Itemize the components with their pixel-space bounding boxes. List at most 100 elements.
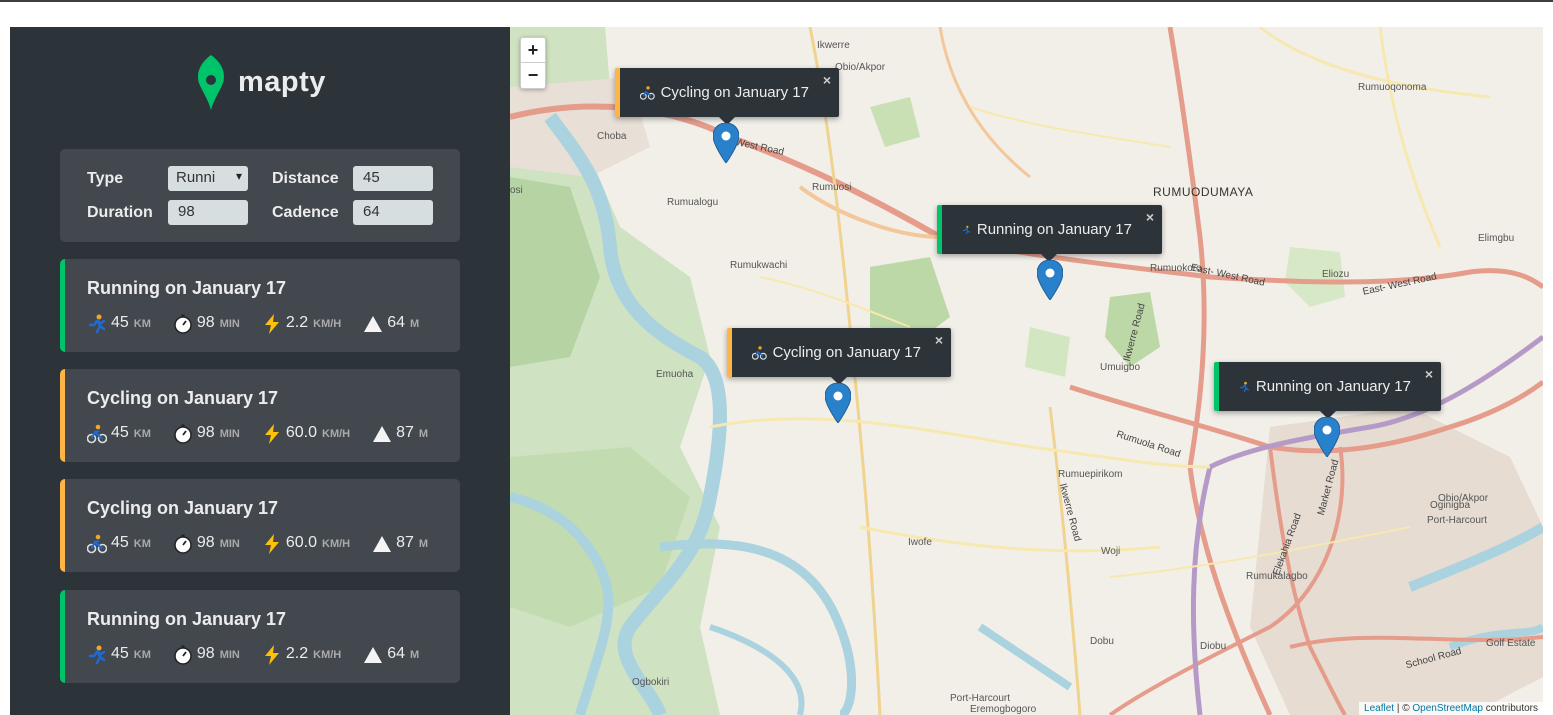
workout-stats: 45 KM 98 MIN 60.0 KM/H 87 M — [87, 424, 450, 444]
map-label: Golf Estate — [1486, 638, 1536, 649]
cadence-label: Cadence — [272, 204, 339, 221]
speed-unit: KM/H — [322, 428, 351, 440]
map-label: Dobu — [1090, 636, 1114, 647]
popup-close-button[interactable]: × — [823, 72, 831, 88]
duration-input[interactable]: 98 — [168, 200, 248, 225]
elevation-value: 87 — [396, 534, 414, 551]
zoom-in-button[interactable]: + — [521, 38, 545, 63]
duration-stat: 98 MIN — [173, 645, 240, 665]
workout-card[interactable]: Running on January 17 45 KM 98 MIN 2.2 K… — [60, 590, 460, 683]
leaflet-link[interactable]: Leaflet — [1364, 703, 1394, 714]
zoom-control: + − — [520, 37, 546, 89]
mountain-icon — [364, 647, 383, 663]
popup-close-button[interactable]: × — [1146, 209, 1154, 225]
form-row-1: Type Runni ▾ Distance 45 — [87, 166, 437, 192]
speed-value: 2.2 — [285, 645, 309, 662]
distance-stat: 45 KM — [87, 645, 151, 665]
workout-title: Cycling on January 17 — [87, 388, 279, 408]
popup-close-button[interactable]: × — [1425, 366, 1433, 382]
map-marker-icon[interactable] — [713, 123, 739, 163]
distance-value: 45 — [111, 645, 129, 662]
workout-form: Type Runni ▾ Distance 45 Duration 98 Cad… — [60, 149, 460, 242]
runner-icon — [962, 225, 971, 234]
elevation-unit: M — [418, 428, 429, 440]
workout-popup[interactable]: Cycling on January 17 × — [615, 68, 839, 125]
popup-close-button[interactable]: × — [935, 332, 943, 348]
duration-unit: MIN — [219, 538, 240, 550]
map-label: RUMUODUMAYA — [1153, 185, 1254, 199]
distance-label: Distance — [272, 170, 339, 187]
elevation-stat: 64 M — [363, 645, 419, 665]
workout-popup[interactable]: Cycling on January 17 × — [727, 328, 951, 385]
workout-popup[interactable]: Running on January 17 × — [1214, 362, 1441, 419]
map-label: Ikwerre — [817, 40, 850, 51]
sidebar: mapty Type Runni ▾ Distance 45 Duration … — [10, 27, 510, 715]
workout-stats: 45 KM 98 MIN 2.2 KM/H 64 M — [87, 645, 441, 665]
duration-label: Duration — [87, 204, 153, 221]
type-label: Type — [87, 170, 124, 187]
stopwatch-icon — [174, 534, 192, 554]
zoom-out-button[interactable]: − — [521, 63, 545, 88]
elevation-unit: M — [418, 538, 429, 550]
distance-unit: KM — [133, 649, 151, 661]
stopwatch-icon — [174, 314, 192, 334]
lightning-icon — [264, 645, 279, 665]
map-marker-icon[interactable] — [1314, 417, 1340, 457]
speed-value: 60.0 — [285, 424, 318, 441]
distance-value: 45 — [111, 534, 129, 551]
runner-icon — [1239, 381, 1249, 392]
attribution-tail: contributors — [1482, 703, 1538, 714]
duration-value: 98 — [196, 534, 215, 551]
workout-stats: 45 KM 98 MIN 2.2 KM/H 64 M — [87, 314, 441, 334]
type-select-value: Runni — [176, 169, 216, 186]
map-marker-icon[interactable] — [1037, 260, 1063, 300]
workout-card[interactable]: Cycling on January 17 45 KM 98 MIN 60.0 … — [60, 369, 460, 462]
map-pin-logo-icon — [198, 55, 224, 110]
elevation-value: 87 — [396, 424, 414, 441]
map-label: Elimgbu — [1478, 233, 1515, 244]
elevation-value: 64 — [387, 645, 406, 662]
popup-text: Cycling on January 17 — [660, 84, 809, 101]
map[interactable]: Ikwerre Obio/Akpor Choba Rumuosi Rumualo… — [510, 27, 1543, 715]
distance-input[interactable]: 45 — [353, 166, 433, 191]
map-attribution: Leaflet | © OpenStreetMap contributors — [1359, 702, 1543, 715]
stopwatch-icon — [174, 645, 192, 665]
speed-stat: 60.0 KM/H — [262, 534, 350, 554]
popup-text: Running on January 17 — [976, 221, 1132, 238]
elevation-stat: 87 M — [372, 424, 428, 444]
duration-stat: 98 MIN — [173, 314, 240, 334]
map-marker-icon[interactable] — [825, 383, 851, 423]
workout-card[interactable]: Running on January 17 45 KM 98 MIN 2.2 K… — [60, 259, 460, 352]
cadence-input[interactable]: 64 — [353, 200, 433, 225]
popup-text: Cycling on January 17 — [772, 344, 921, 361]
speed-unit: KM/H — [313, 318, 342, 330]
workout-popup[interactable]: Running on January 17 × — [937, 205, 1162, 262]
elevation-stat: 64 M — [363, 314, 419, 334]
app-name: mapty — [238, 66, 326, 98]
workout-card[interactable]: Cycling on January 17 45 KM 98 MIN 60.0 … — [60, 479, 460, 572]
speed-unit: KM/H — [322, 538, 351, 550]
duration-unit: MIN — [219, 318, 240, 330]
duration-unit: MIN — [219, 428, 240, 440]
lightning-icon — [264, 424, 279, 444]
workout-title: Running on January 17 — [87, 609, 287, 629]
form-row-2: Duration 98 Cadence 64 — [87, 200, 437, 226]
map-label: Obio/Akpor — [835, 62, 886, 73]
map-label: Port-Harcourt — [950, 693, 1011, 704]
speed-stat: 2.2 KM/H — [262, 314, 341, 334]
distance-value: 45 — [111, 424, 129, 441]
workout-title: Cycling on January 17 — [87, 498, 279, 518]
cyclist-icon — [87, 534, 107, 554]
distance-stat: 45 KM — [87, 314, 151, 334]
speed-value: 60.0 — [285, 534, 318, 551]
map-label: Woji — [1101, 546, 1121, 557]
type-select[interactable]: Runni ▾ — [168, 166, 248, 191]
osm-link[interactable]: OpenStreetMap — [1412, 703, 1483, 714]
workout-stats: 45 KM 98 MIN 60.0 KM/H 87 M — [87, 534, 450, 554]
runner-icon — [88, 645, 106, 665]
distance-unit: KM — [133, 318, 151, 330]
speed-stat: 2.2 KM/H — [262, 645, 341, 665]
app-logo: mapty — [196, 55, 326, 110]
map-label: Rumuoqonoma — [1358, 82, 1427, 93]
elevation-value: 64 — [387, 314, 406, 331]
